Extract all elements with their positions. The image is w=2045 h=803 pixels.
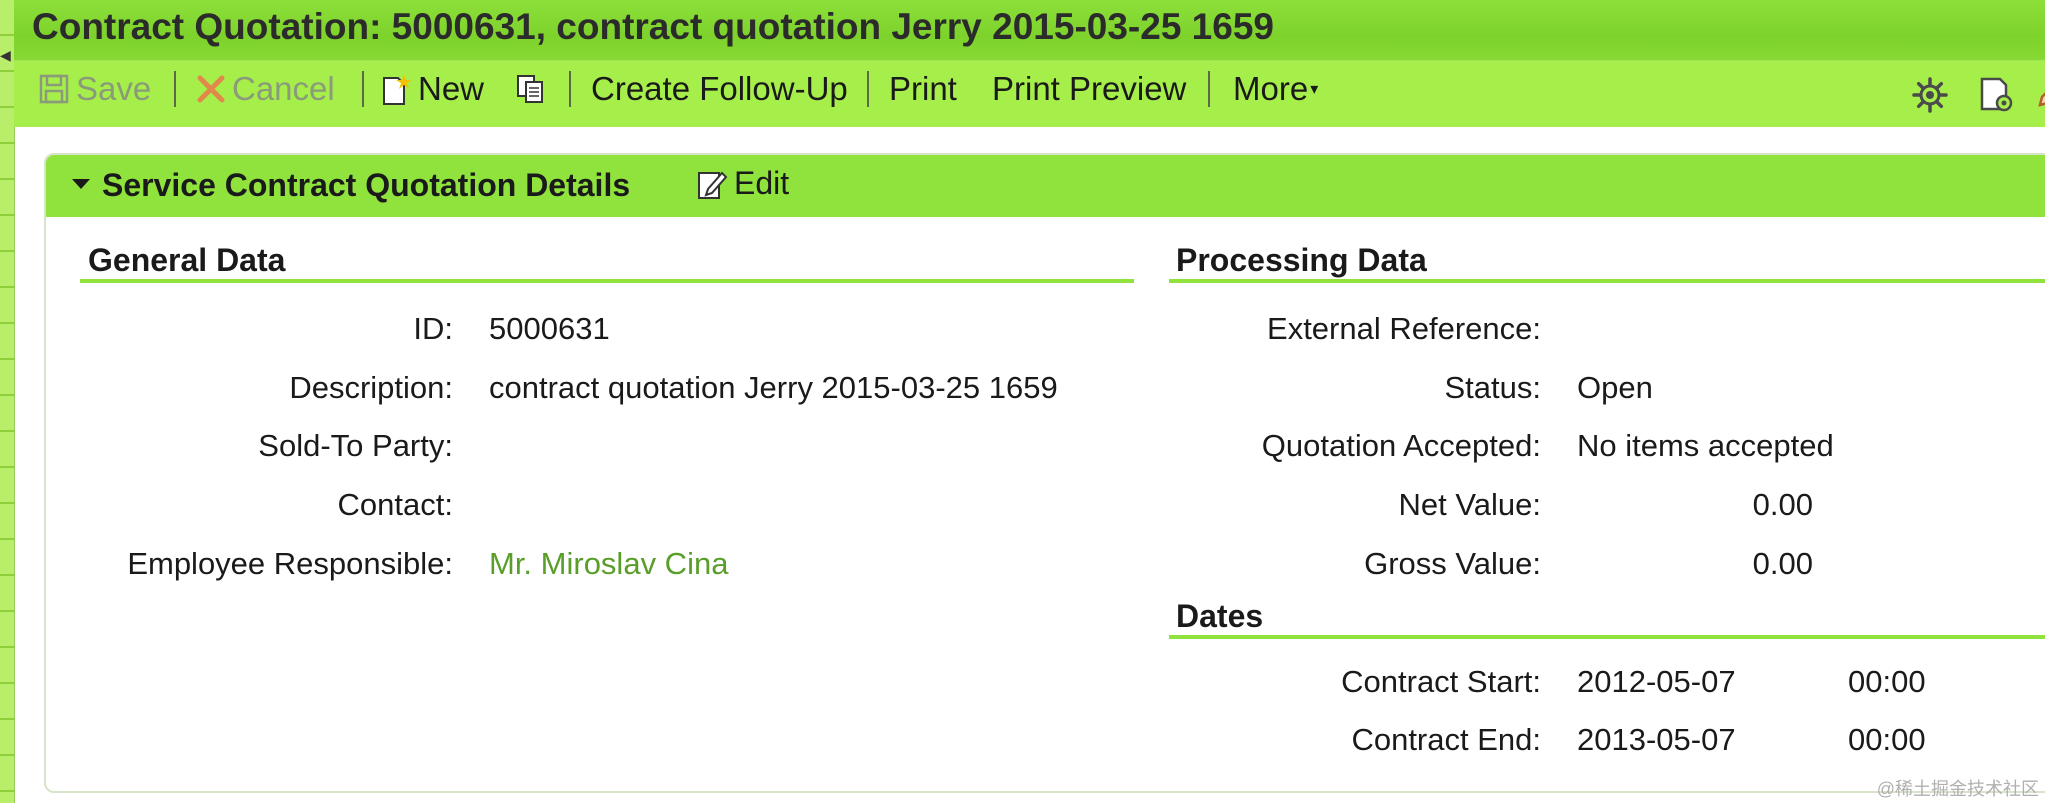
contract-end-time: 00:00 [1848, 722, 1926, 757]
collapse-caret-icon[interactable] [72, 179, 90, 189]
document-settings-icon [1976, 77, 2016, 119]
contract-start-time: 00:00 [1848, 664, 1926, 699]
save-button[interactable]: Save [38, 67, 151, 111]
toolbar-divider [569, 71, 571, 107]
dates-divider [1169, 635, 2045, 639]
net-value-amount: 0.00 [1752, 487, 1813, 522]
new-label: New [418, 70, 485, 107]
status-value: Open [1577, 370, 1653, 405]
general-data-divider [80, 279, 1134, 283]
more-label: More [1233, 70, 1309, 107]
cancel-x-icon [196, 74, 226, 104]
create-follow-up-button[interactable]: Create Follow-Up [591, 67, 848, 111]
create-follow-up-label: Create Follow-Up [591, 70, 848, 107]
copy-button[interactable] [514, 67, 554, 111]
gear-icon [1910, 77, 1950, 119]
new-document-icon [380, 72, 412, 106]
new-button[interactable]: New [380, 67, 484, 111]
contract-start-label: Contract Start: [1341, 664, 1541, 699]
id-value: 5000631 [489, 311, 610, 346]
personalize-settings-button[interactable] [1910, 75, 1950, 115]
copy-icon [514, 72, 548, 106]
page-title: Contract Quotation: 5000631, contract qu… [32, 6, 1274, 47]
watermark: @稀土掘金技术社区 [1876, 779, 2039, 799]
save-label: Save [76, 70, 152, 107]
details-panel: Service Contract Quotation Details Edit [44, 153, 2045, 793]
panel-header[interactable]: Service Contract Quotation Details Edit [46, 155, 2045, 217]
cancel-label: Cancel [232, 70, 335, 107]
chevron-down-icon: ▾ [1310, 81, 1319, 98]
title-bar: Contract Quotation: 5000631, contract qu… [14, 0, 2045, 61]
page-settings-button[interactable] [1976, 75, 2016, 115]
collapse-arrow-icon[interactable]: ◀ [0, 48, 12, 62]
net-value-label: Net Value: [1398, 487, 1541, 522]
quotation-accepted-value: No items accepted [1577, 428, 1834, 463]
toolbar-divider [867, 71, 869, 107]
cancel-button[interactable]: Cancel [196, 67, 335, 111]
print-button[interactable]: Print [889, 67, 957, 111]
contract-end-date: 2013-05-07 [1577, 722, 1736, 757]
left-side-strip: ◀ [0, 0, 15, 803]
edit-button[interactable]: Edit [696, 165, 789, 202]
description-label: Description: [289, 370, 453, 405]
description-value: contract quotation Jerry 2015-03-25 1659 [489, 370, 1058, 405]
contract-end-label: Contract End: [1351, 722, 1541, 757]
pen-edit-button[interactable] [2038, 75, 2045, 115]
processing-data-heading: Processing Data [1176, 242, 1427, 278]
id-label: ID: [413, 311, 453, 346]
print-preview-button[interactable]: Print Preview [992, 67, 1186, 111]
quotation-accepted-label: Quotation Accepted: [1261, 428, 1541, 463]
toolbar-divider [362, 71, 364, 107]
status-label: Status: [1444, 370, 1542, 405]
edit-label: Edit [734, 165, 790, 201]
more-menu-button[interactable]: More ▾ [1233, 67, 1318, 111]
floppy-disk-icon [38, 73, 70, 105]
contract-start-date: 2012-05-07 [1577, 664, 1736, 699]
processing-data-divider [1169, 279, 2045, 283]
contact-label: Contact: [337, 487, 453, 522]
toolbar: Save Cancel New Create Follow-Up Print P… [14, 61, 2045, 127]
general-data-heading: General Data [88, 242, 286, 278]
sold-to-party-label: Sold-To Party: [258, 428, 453, 463]
employee-responsible-label: Employee Responsible: [127, 546, 453, 581]
panel-title: Service Contract Quotation Details [102, 167, 631, 203]
pencil-icon [2038, 92, 2045, 119]
toolbar-divider [1208, 71, 1210, 107]
dates-heading: Dates [1176, 598, 1264, 634]
print-label: Print [889, 70, 957, 107]
employee-responsible-link[interactable]: Mr. Miroslav Cina [489, 546, 728, 582]
toolbar-divider [174, 71, 176, 107]
gross-value-label: Gross Value: [1364, 546, 1541, 581]
gross-value-amount: 0.00 [1752, 546, 1813, 581]
edit-pencil-icon [696, 167, 728, 201]
external-reference-label: External Reference: [1267, 311, 1541, 346]
print-preview-label: Print Preview [992, 70, 1187, 107]
